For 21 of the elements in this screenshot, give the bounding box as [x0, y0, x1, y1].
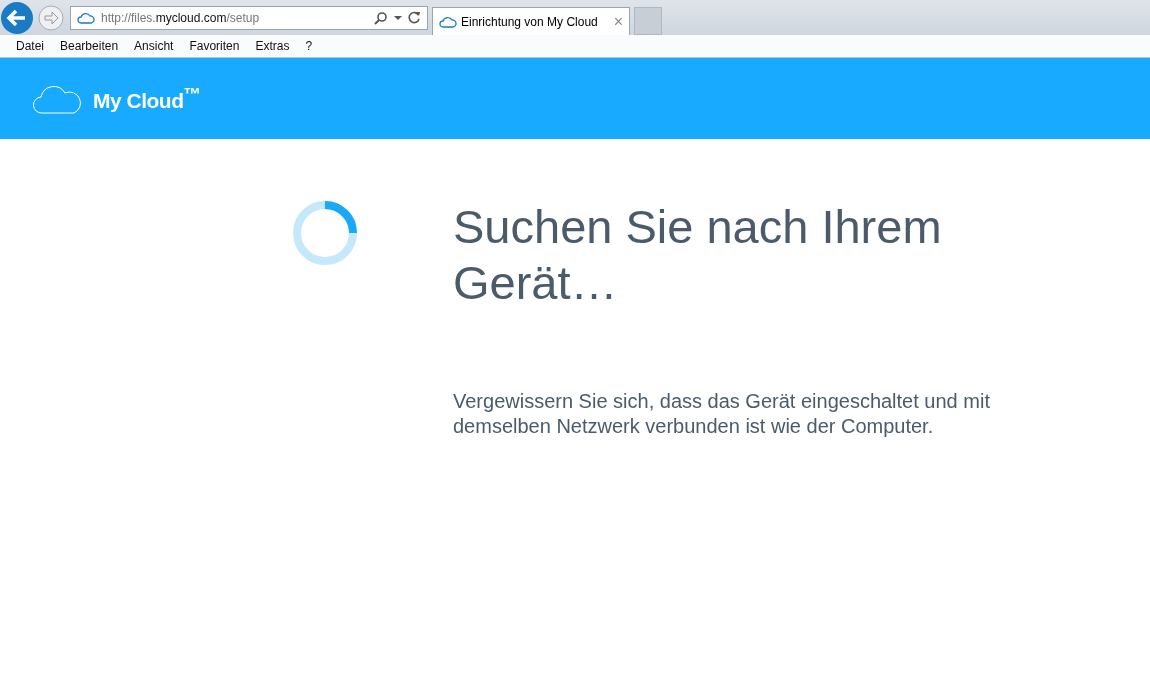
logo-text: My Cloud$^{™}$ [93, 84, 201, 113]
menu-item[interactable]: ? [305, 39, 313, 53]
heading: Suchen Sie nach Ihrem Gerät… [453, 199, 943, 311]
address-bar[interactable]: http://files.mycloud.com/setup [70, 5, 428, 30]
menu-item[interactable]: Bearbeiten [60, 39, 119, 53]
cloud-logo-icon [33, 83, 83, 114]
instruction-text: Vergewissern Sie sich, dass das Gerät eingeschaltet und mit demselben Netzwerk verbunden ist wie der Computer. [453, 389, 991, 439]
search-icon[interactable] [374, 10, 388, 25]
browser-tab[interactable]: Einrichtung von My Cloud × [432, 7, 630, 35]
menu-item[interactable]: Extras [255, 39, 290, 53]
refresh-icon[interactable] [408, 11, 421, 24]
loading-spinner-icon [291, 199, 359, 267]
cloud-icon [77, 11, 95, 24]
close-tab-button[interactable]: × [613, 12, 623, 31]
dropdown-caret-icon[interactable] [394, 14, 402, 21]
tab-title: Einrichtung von My Cloud [461, 14, 599, 29]
menu-item[interactable]: Ansicht [134, 39, 174, 53]
cloud-icon [439, 15, 457, 28]
menu-item[interactable]: Favoriten [189, 39, 240, 53]
menu-item[interactable]: Datei [16, 39, 44, 53]
back-button[interactable] [0, 0, 34, 35]
